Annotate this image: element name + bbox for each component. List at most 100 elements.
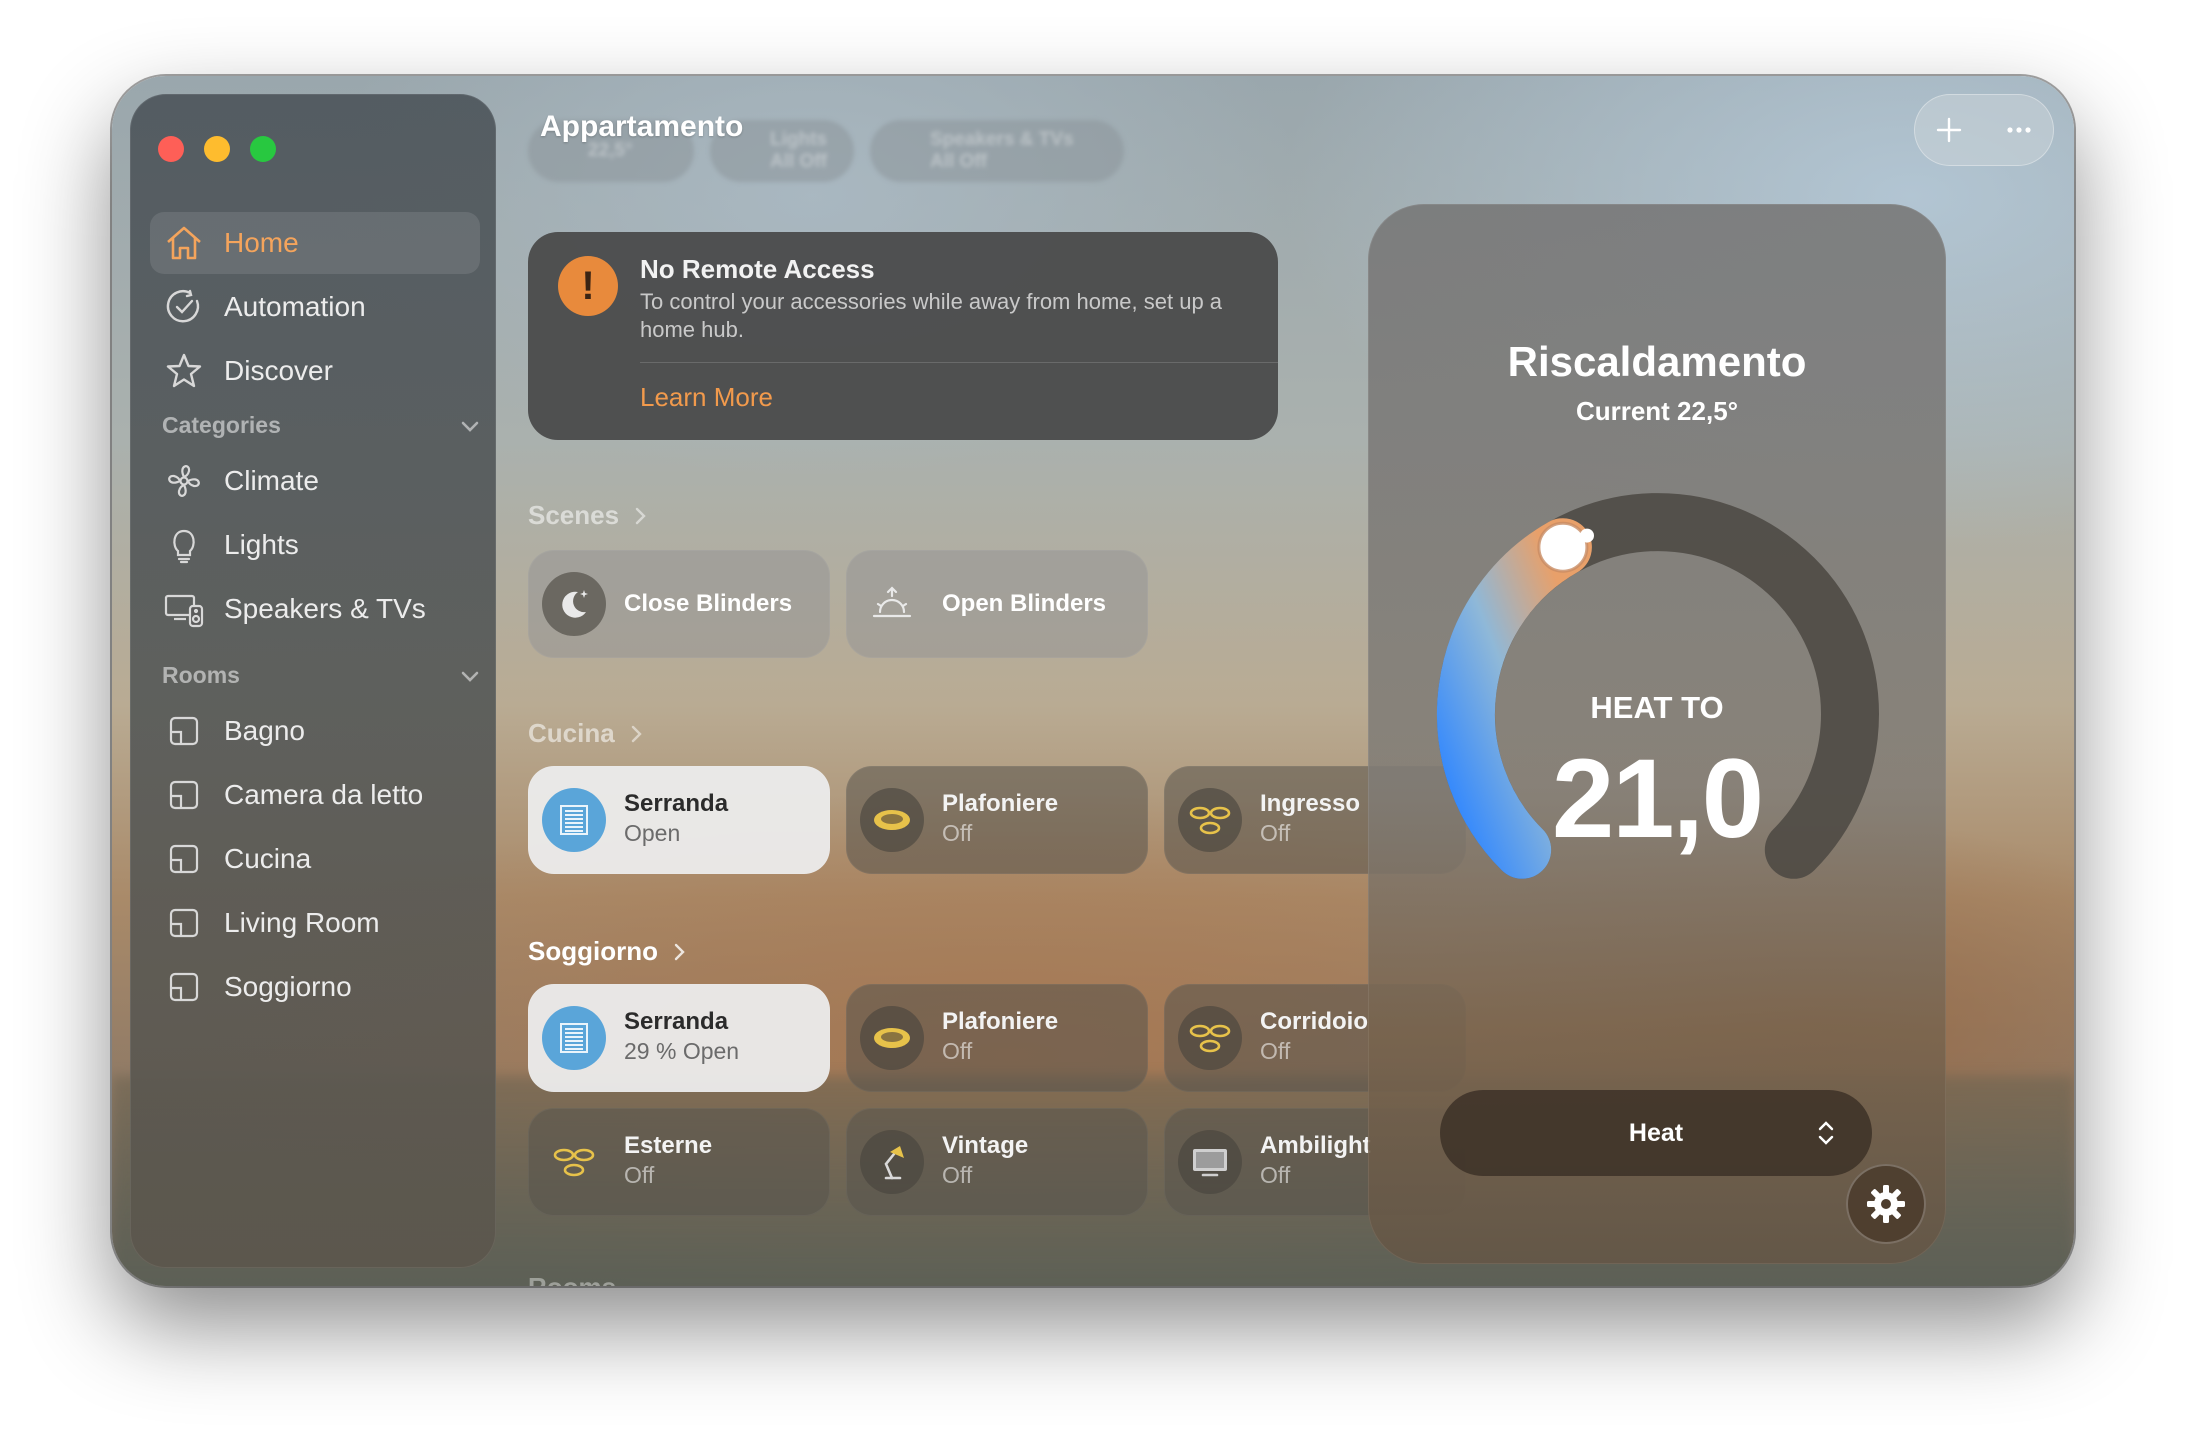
accessory-tile-soggiorno-serranda[interactable]: Serranda 29 % Open [528, 984, 830, 1092]
learn-more-link[interactable]: Learn More [640, 382, 773, 413]
accessory-name: Plafoniere [942, 790, 1059, 817]
accessory-state: Off [624, 1162, 655, 1188]
desk-lamp-icon [860, 1130, 924, 1194]
sidebar-item-automation[interactable]: Automation [150, 276, 480, 338]
tv-icon [1178, 1130, 1242, 1194]
rooms-header[interactable]: Rooms [162, 662, 482, 689]
plus-icon [1936, 117, 1962, 143]
settings-button[interactable] [1846, 1164, 1926, 1244]
thermostat-detail-panel: Riscaldamento Current 22,5° HEAT TO 21,0… [1368, 204, 1946, 1264]
accessory-state: Open [624, 820, 681, 846]
banner-body: To control your accessories while away f… [640, 289, 1223, 342]
more-button[interactable] [1991, 102, 2047, 158]
sidebar-item-bagno[interactable]: Bagno [150, 700, 480, 762]
section-next-label: Rooms [528, 1272, 616, 1286]
room-icon [162, 901, 206, 945]
accessory-state: Off [1260, 1038, 1291, 1064]
close-window-button[interactable] [158, 136, 184, 162]
sidebar-item-label: Cucina [224, 843, 312, 874]
sidebar-item-label: Camera da letto [224, 779, 424, 810]
sidebar-item-label: Climate [224, 465, 319, 496]
lightbulb-icon [162, 523, 206, 567]
toolbar-actions [1914, 94, 2054, 166]
accessory-tile-soggiorno-vintage[interactable]: Vintage Off [846, 1108, 1148, 1216]
home-icon [162, 221, 206, 265]
sidebar-item-lights[interactable]: Lights [150, 514, 480, 576]
home-app-window: Home Automation Discover Categories Clim… [112, 76, 2074, 1286]
categories-header[interactable]: Categories [162, 412, 482, 439]
section-cucina[interactable]: Cucina [528, 718, 645, 749]
room-icon [162, 709, 206, 753]
chevron-down-icon [461, 671, 479, 682]
spotlights-icon [1178, 788, 1242, 852]
spotlights-icon [1178, 1006, 1242, 1070]
current-temperature: Current 22,5° [1575, 396, 1739, 426]
spotlights-icon [542, 1130, 606, 1194]
ceiling-light-icon [860, 1006, 924, 1070]
sidebar-item-soggiorno[interactable]: Soggiorno [150, 956, 480, 1018]
room-icon [162, 965, 206, 1009]
accessory-tile-cucina-serranda[interactable]: Serranda Open [528, 766, 830, 874]
accessory-state: Off [942, 1038, 973, 1064]
star-icon [162, 349, 206, 393]
moon-icon [542, 572, 606, 636]
warning-icon: ! [558, 256, 618, 316]
sidebar: Home Automation Discover Categories Clim… [130, 94, 496, 1268]
status-pill-speakers[interactable]: Speakers & TVs All Off [870, 120, 1124, 182]
accessory-state: Off [1260, 1162, 1291, 1188]
fan-icon [162, 459, 206, 503]
accessory-name: Corridoio [1260, 1008, 1368, 1035]
blinds-icon [542, 788, 606, 852]
accessory-tile-cucina-plafoniere[interactable]: Plafoniere Off [846, 766, 1148, 874]
speakers-tv-icon [162, 587, 206, 631]
chevron-right-icon [631, 725, 642, 742]
accessory-state: Off [942, 1162, 973, 1188]
gear-icon [1867, 1185, 1905, 1223]
scene-name: Open Blinders [942, 590, 1107, 617]
accessory-name: Serranda [624, 790, 729, 817]
accessory-name: Ambilight [1260, 1132, 1371, 1159]
sidebar-item-label: Discover [224, 355, 333, 386]
sidebar-item-discover[interactable]: Discover [150, 340, 480, 402]
zoom-window-button[interactable] [250, 136, 276, 162]
add-button[interactable] [1921, 102, 1977, 158]
chevron-down-icon [461, 421, 479, 432]
accessory-tile-soggiorno-esterne[interactable]: Esterne Off [528, 1108, 830, 1216]
sidebar-item-speakers-tvs[interactable]: Speakers & TVs [150, 578, 480, 640]
minimize-window-button[interactable] [204, 136, 230, 162]
accessory-name: Plafoniere [942, 1008, 1059, 1035]
room-icon [162, 773, 206, 817]
heat-to-label: HEAT TO [1590, 690, 1724, 725]
sidebar-item-label: Automation [224, 291, 366, 322]
sidebar-item-label: Lights [224, 529, 299, 560]
current-temperature-marker [1580, 528, 1594, 543]
sidebar-item-camera-da-letto[interactable]: Camera da letto [150, 764, 480, 826]
blinds-icon [542, 1006, 606, 1070]
remote-access-banner: ! No Remote Access To control your acces… [528, 232, 1278, 440]
dial-knob[interactable] [1537, 521, 1589, 573]
room-icon [162, 837, 206, 881]
section-soggiorno[interactable]: Soggiorno [528, 936, 688, 967]
sidebar-item-label: Home [224, 227, 299, 258]
accessory-name: Esterne [624, 1132, 713, 1159]
accessory-name: Vintage [942, 1132, 1029, 1159]
scene-close-blinders[interactable]: Close Blinders [528, 550, 830, 658]
sidebar-item-living-room[interactable]: Living Room [150, 892, 480, 954]
sidebar-item-cucina[interactable]: Cucina [150, 828, 480, 890]
sidebar-item-home[interactable]: Home [150, 212, 480, 274]
ceiling-light-icon [860, 788, 924, 852]
sidebar-item-label: Soggiorno [224, 971, 352, 1002]
sidebar-item-label: Living Room [224, 907, 380, 938]
divider [640, 362, 1278, 363]
chevron-right-icon [635, 507, 646, 524]
chevron-right-icon [674, 943, 685, 960]
scene-open-blinders[interactable]: Open Blinders [846, 550, 1148, 658]
mode-selector[interactable]: Heat [1440, 1090, 1872, 1176]
sidebar-item-label: Speakers & TVs [224, 593, 426, 624]
section-scenes[interactable]: Scenes [528, 500, 649, 531]
scene-name: Close Blinders [624, 590, 793, 617]
banner-title: No Remote Access [640, 254, 875, 284]
sidebar-item-climate[interactable]: Climate [150, 450, 480, 512]
accessory-tile-soggiorno-plafoniere[interactable]: Plafoniere Off [846, 984, 1148, 1092]
accessory-state: Off [942, 820, 973, 846]
